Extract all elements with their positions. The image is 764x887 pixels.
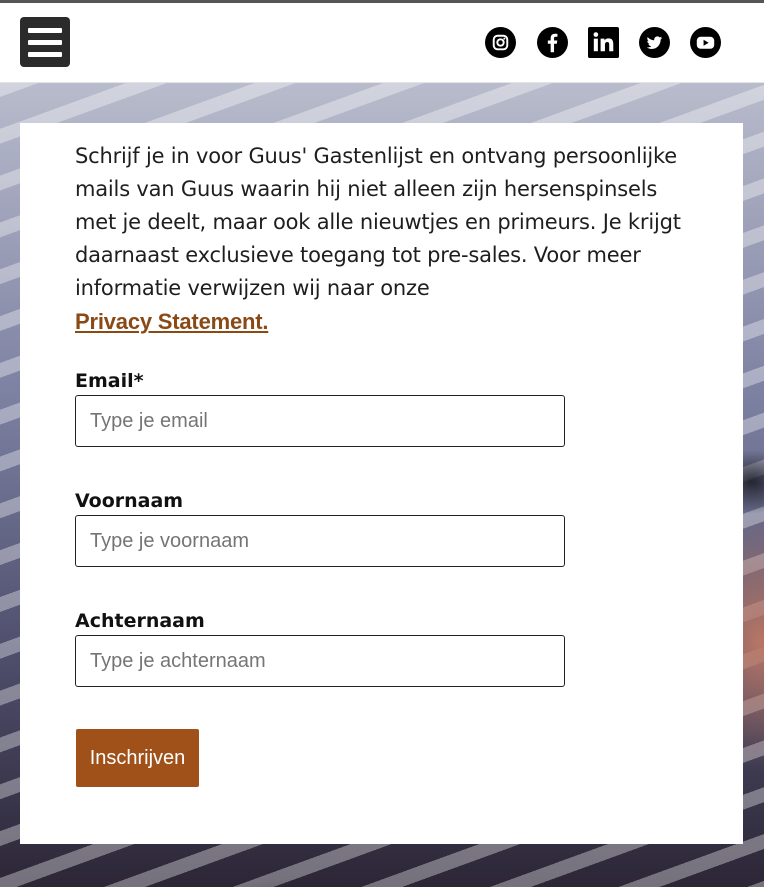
hamburger-menu-icon[interactable]: [20, 17, 70, 67]
privacy-statement-link[interactable]: Privacy Statement.: [75, 305, 690, 338]
firstname-field[interactable]: [75, 515, 565, 567]
intro-text: Schrijf je in voor Guus' Gastenlijst en …: [75, 144, 681, 300]
lastname-field[interactable]: [75, 635, 565, 687]
youtube-icon[interactable]: [689, 26, 721, 58]
twitter-icon[interactable]: [638, 26, 670, 58]
email-field[interactable]: [75, 395, 565, 447]
subscribe-button[interactable]: Inschrijven: [76, 729, 199, 787]
email-label: Email*: [75, 370, 144, 392]
page: Schrijf je in voor Guus' Gastenlijst en …: [0, 0, 764, 887]
site-header: [0, 3, 764, 83]
facebook-icon[interactable]: [536, 26, 568, 58]
signup-card: Schrijf je in voor Guus' Gastenlijst en …: [20, 123, 743, 844]
lastname-label: Achternaam: [75, 610, 205, 632]
instagram-icon[interactable]: [484, 26, 516, 58]
linkedin-icon[interactable]: [587, 26, 619, 58]
signup-intro: Schrijf je in voor Guus' Gastenlijst en …: [75, 140, 690, 338]
firstname-label: Voornaam: [75, 490, 184, 512]
